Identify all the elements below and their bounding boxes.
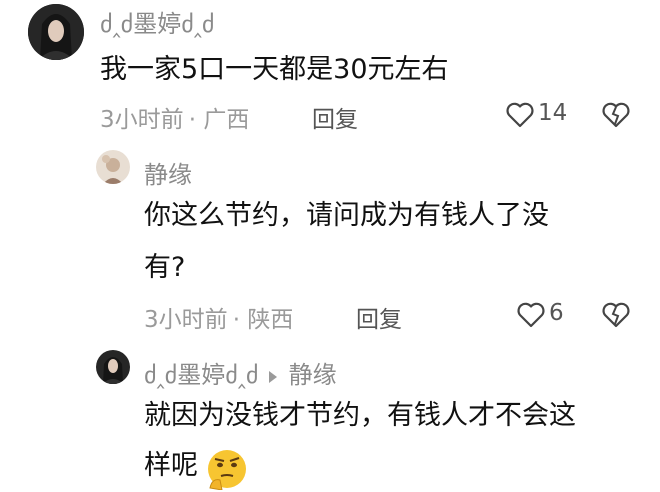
comment-text-continued: 有? bbox=[144, 252, 186, 283]
comment-text: 就因为没钱才节约，有钱人才不会这 bbox=[144, 400, 576, 431]
avatar[interactable] bbox=[96, 150, 130, 184]
avatar[interactable] bbox=[28, 4, 84, 60]
heart-outline-icon[interactable] bbox=[506, 102, 534, 128]
comment-meta: 3小时前 · 广西 bbox=[100, 100, 249, 134]
username[interactable]: ძ‸ძ墨婷ძ‸ძ bbox=[144, 361, 258, 389]
location: 广西 bbox=[203, 107, 250, 133]
timestamp: 3小时前 bbox=[100, 107, 184, 133]
thinking-face-emoji-icon bbox=[206, 448, 248, 490]
comment-text-continued: 样呢 bbox=[144, 450, 198, 481]
reply-target-username[interactable]: 静缘 bbox=[289, 361, 337, 389]
avatar[interactable] bbox=[96, 350, 130, 384]
like-count: 14 bbox=[538, 100, 568, 126]
username[interactable]: 静缘 bbox=[144, 155, 192, 190]
broken-heart-outline-icon[interactable] bbox=[602, 302, 630, 328]
comment-text: 我一家5口一天都是30元左右 bbox=[100, 54, 449, 85]
separator-dot: · bbox=[232, 307, 248, 333]
username[interactable]: ძ‸ძ墨婷ძ‸ძ bbox=[100, 4, 214, 39]
reply-arrow-icon bbox=[268, 370, 278, 384]
reply-button[interactable]: 回复 bbox=[312, 100, 358, 134]
heart-outline-icon[interactable] bbox=[517, 302, 545, 328]
location: 陕西 bbox=[247, 307, 294, 333]
comment-text: 你这么节约，请问成为有钱人了没 bbox=[144, 200, 549, 231]
separator-dot: · bbox=[188, 107, 204, 133]
comment-meta: 3小时前 · 陕西 bbox=[144, 300, 293, 334]
like-count: 6 bbox=[549, 300, 564, 326]
reply-button[interactable]: 回复 bbox=[356, 300, 402, 334]
broken-heart-outline-icon[interactable] bbox=[602, 102, 630, 128]
reply-header: ძ‸ძ墨婷ძ‸ძ 静缘 bbox=[144, 355, 337, 390]
timestamp: 3小时前 bbox=[144, 307, 228, 333]
